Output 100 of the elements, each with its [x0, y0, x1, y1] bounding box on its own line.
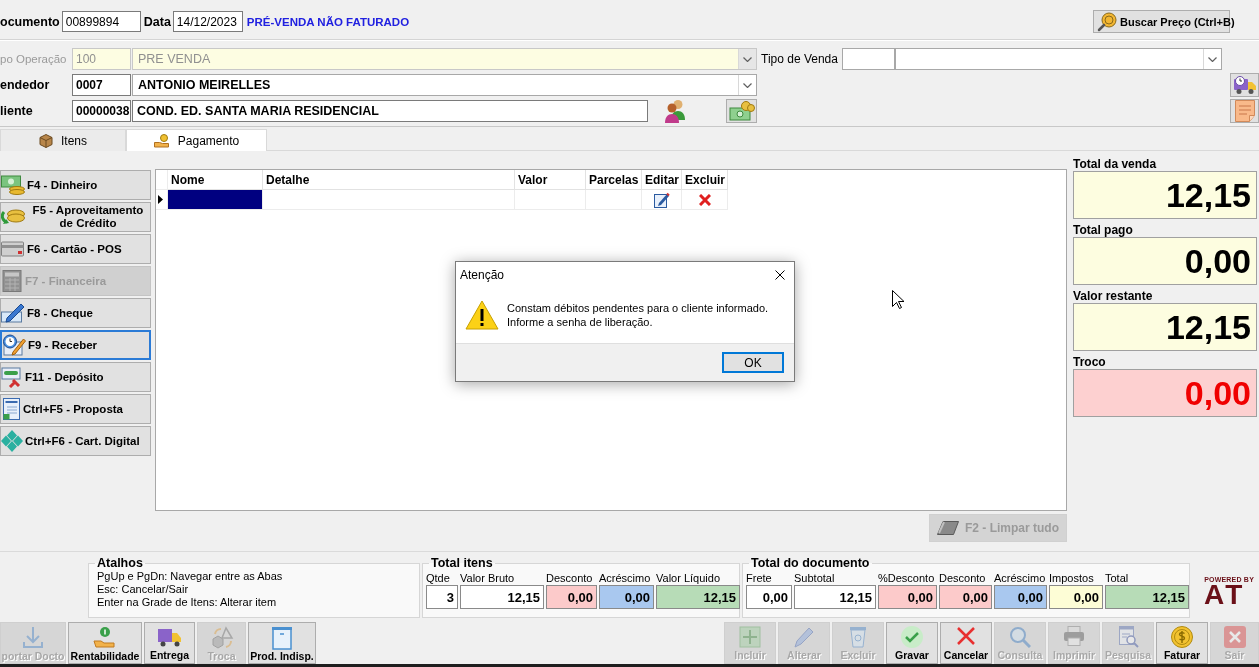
- panel-title: Total itens: [430, 556, 494, 570]
- payment-method-button[interactable]: F11 - Depósito: [0, 362, 151, 392]
- total-field: 0,00: [546, 585, 597, 609]
- column-header: Detalhe: [263, 170, 515, 190]
- eraser-icon: [937, 521, 959, 535]
- hand-coin-icon: [93, 626, 117, 650]
- total-field: 0,00: [599, 585, 654, 609]
- banknote-coins-icon: [728, 101, 755, 121]
- panel-title: Total do documento: [750, 556, 871, 570]
- close-icon[interactable]: [775, 269, 785, 280]
- payment-method-button[interactable]: F6 - Cartão - POS: [0, 234, 151, 264]
- field-label: Acréscimo: [599, 571, 652, 585]
- people-icon[interactable]: [663, 99, 687, 123]
- download-icon: [21, 626, 45, 650]
- column-header: Editar: [642, 170, 682, 190]
- x-mark-icon: [956, 626, 976, 646]
- caret-icon[interactable]: [743, 82, 752, 88]
- trash-icon: [847, 626, 869, 648]
- toolbar-button[interactable]: Cancelar: [940, 622, 992, 664]
- tab[interactable]: Pagamento: [126, 129, 267, 151]
- banknote-icon: [1, 175, 25, 195]
- total-field: 0,00: [878, 585, 937, 609]
- payment-method-button[interactable]: Ctrl+F6 - Cart. Digital: [0, 426, 151, 456]
- toolbar-button[interactable]: Entrega: [144, 622, 195, 664]
- edit-icon[interactable]: [653, 191, 670, 208]
- card-icon: [1, 241, 25, 257]
- field-label: Qtde: [426, 571, 451, 585]
- payment-method-button[interactable]: F9 - Receber: [0, 330, 151, 360]
- field-label: Desconto: [546, 571, 594, 585]
- payment-method-button[interactable]: Ctrl+F5 - Proposta: [0, 394, 151, 424]
- table-cell: [515, 190, 586, 210]
- coin-icon: [1171, 626, 1193, 648]
- card-wrench-icon: [1, 366, 23, 388]
- total-value-field: 12,15: [1073, 171, 1257, 219]
- calculator-icon: [1, 270, 23, 292]
- dialog-message: Constam débitos pendentes para o cliente informado. Informe a senha de liberação.: [507, 301, 769, 329]
- close-icon: [1223, 626, 1246, 648]
- field-label: Total: [1105, 571, 1130, 585]
- row-pointer-icon: [158, 195, 163, 204]
- total-field: 12,15: [794, 585, 876, 609]
- payment-button[interactable]: [726, 99, 757, 123]
- printer-icon: [1063, 626, 1085, 646]
- delivery-schedule-button[interactable]: [1230, 73, 1259, 97]
- total-label: Total pago: [1073, 223, 1134, 237]
- document-search-icon: [1117, 626, 1139, 648]
- payment-method-button[interactable]: F5 - Aproveitamento de Crédito: [0, 202, 151, 232]
- table-cell[interactable]: [168, 190, 263, 210]
- logo-text: AT: [1204, 583, 1246, 607]
- ok-button[interactable]: OK: [722, 352, 784, 373]
- caret-icon[interactable]: [1208, 56, 1217, 62]
- total-value-field: 0,00: [1073, 237, 1257, 285]
- total-label: Valor restante: [1073, 289, 1154, 303]
- coins-arrow-icon: [1, 207, 25, 227]
- document-label: ocumento: [0, 14, 60, 29]
- total-field: 3: [426, 585, 458, 609]
- total-field: 0,00: [939, 585, 992, 609]
- payment-method-button[interactable]: F4 - Dinheiro: [0, 170, 151, 200]
- payment-method-button[interactable]: F8 - Cheque: [0, 298, 151, 328]
- box-icon: [39, 133, 53, 148]
- toolbar-button[interactable]: Gravar: [886, 622, 938, 664]
- operation-type-label: po Operação: [0, 53, 68, 65]
- field-label: Impostos: [1049, 571, 1095, 585]
- dialog-title: Atenção: [460, 267, 506, 282]
- warning-icon: [465, 300, 499, 330]
- client-name-field[interactable]: COND. ED. SANTA MARIA RESIDENCIAL: [132, 100, 648, 122]
- sale-type-code-field[interactable]: [841, 48, 895, 70]
- toolbar-button[interactable]: Rentabilidade: [68, 622, 142, 664]
- truck-icon: [156, 626, 183, 648]
- pen-paper-icon: [1, 302, 25, 324]
- clock-pen-icon: [2, 334, 26, 356]
- column-header: Valor: [515, 170, 586, 190]
- field-label: Acréscimo: [994, 571, 1047, 585]
- cube-arrows-icon: [209, 626, 234, 650]
- delete-icon[interactable]: [698, 193, 711, 206]
- total-value-field: 12,15: [1073, 303, 1257, 351]
- document-number-field[interactable]: 00899894: [61, 11, 141, 32]
- checkmark-icon: [901, 626, 923, 648]
- shortcut-text: PgUp e PgDn: Navegar entre as Abas: [96, 570, 284, 583]
- plus-icon: [739, 626, 761, 648]
- status-text: PRÉ-VENDA NÃO FATURADO: [246, 15, 410, 28]
- field-label: %Desconto: [878, 571, 936, 585]
- seller-code-field[interactable]: 0007: [72, 74, 131, 96]
- tab[interactable]: Itens: [0, 129, 126, 151]
- column-header: Parcelas: [586, 170, 642, 190]
- total-field: 12,15: [460, 585, 544, 609]
- total-value-field: 0,00: [1073, 369, 1257, 417]
- client-code-field[interactable]: 00000038: [72, 100, 131, 122]
- search-icon: [1009, 626, 1031, 648]
- total-field: 0,00: [1049, 585, 1103, 609]
- toolbar-button[interactable]: Prod. Indisp.: [248, 622, 316, 664]
- total-field: 12,15: [656, 585, 740, 609]
- diamonds-icon: [1, 430, 23, 452]
- field-label: Valor Líquido: [656, 571, 721, 585]
- date-field[interactable]: 14/12/2023: [172, 11, 243, 32]
- total-field: 0,00: [746, 585, 792, 609]
- pencil-icon: [793, 626, 815, 648]
- seller-combo[interactable]: ANTONIO MEIRELLES: [132, 74, 757, 96]
- toolbar-button[interactable]: Faturar: [1156, 622, 1208, 664]
- total-field: 12,15: [1105, 585, 1189, 609]
- shortcut-text: Enter na Grade de Itens: Alterar item: [96, 596, 278, 609]
